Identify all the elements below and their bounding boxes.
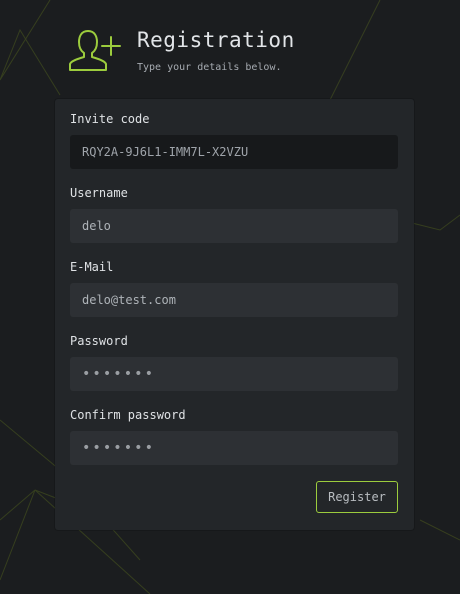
page-subtitle: Type your details below. [137, 62, 282, 73]
username-field[interactable]: delo [70, 209, 398, 243]
confirm-password-value: ••••••• [82, 440, 156, 456]
invite-code-field[interactable]: RQY2A-9J6L1-IMM7L-X2VZU [70, 135, 398, 169]
registration-header: Registration Type your details below. [68, 28, 448, 84]
register-button[interactable]: Register [316, 481, 398, 513]
registration-form: Invite code RQY2A-9J6L1-IMM7L-X2VZU User… [55, 99, 414, 530]
email-field[interactable]: delo@test.com [70, 283, 398, 317]
email-label: E-Mail [70, 260, 114, 274]
password-label: Password [70, 334, 128, 348]
invite-code-label: Invite code [70, 112, 150, 126]
add-user-icon [69, 30, 121, 71]
password-field[interactable]: ••••••• [70, 357, 398, 391]
password-value: ••••••• [82, 366, 156, 382]
confirm-password-label: Confirm password [70, 408, 186, 422]
confirm-password-field[interactable]: ••••••• [70, 431, 398, 465]
page-title: Registration [137, 28, 295, 52]
username-label: Username [70, 186, 128, 200]
